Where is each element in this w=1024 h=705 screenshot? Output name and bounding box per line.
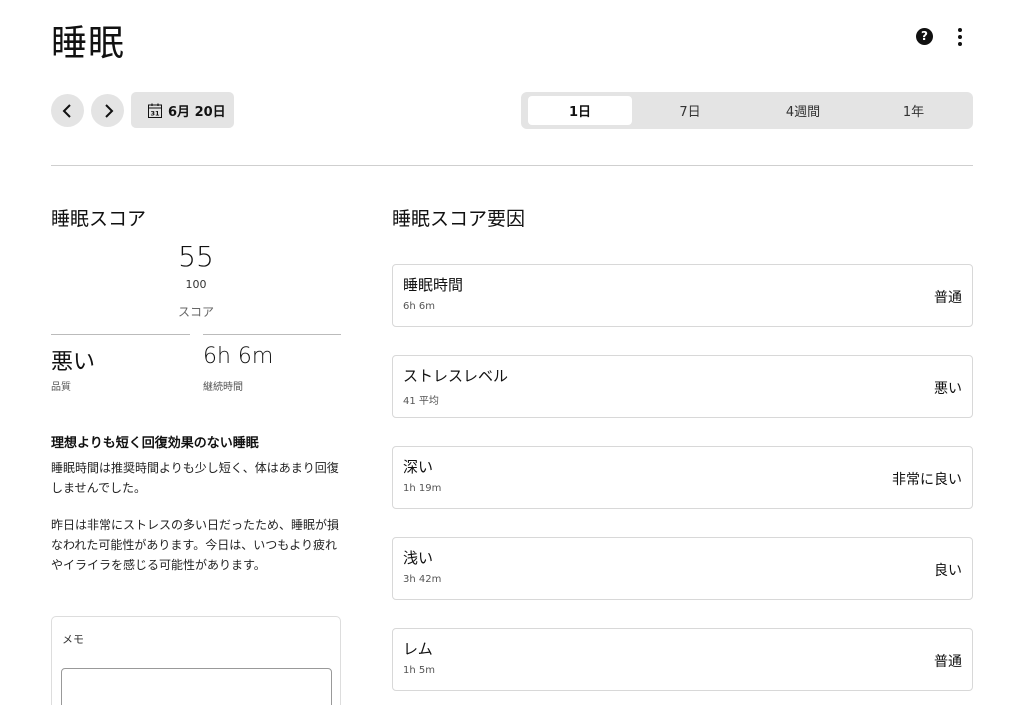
memo-label: メモ bbox=[62, 633, 84, 646]
factor-name: 睡眠時間 bbox=[403, 276, 464, 294]
calendar-icon: 31 bbox=[148, 103, 162, 118]
memo-card: メモ bbox=[51, 616, 341, 705]
summary-heading: 理想よりも短く回復効果のない睡眠 bbox=[51, 436, 259, 451]
quality-label: 品質 bbox=[51, 382, 71, 393]
factor-rating: 良い bbox=[934, 563, 962, 579]
factor-name: レム bbox=[403, 640, 433, 658]
quality-value: 悪い bbox=[51, 350, 96, 375]
sleep-score-factors-title: 睡眠スコア要因 bbox=[392, 208, 526, 230]
score-divider-left bbox=[51, 334, 190, 335]
help-icon[interactable]: ? bbox=[916, 28, 933, 45]
factor-name: 深い bbox=[403, 458, 434, 476]
next-day-button[interactable] bbox=[91, 94, 124, 127]
factor-name: ストレスレベル bbox=[403, 367, 509, 385]
chevron-left-icon bbox=[62, 103, 71, 118]
factor-rating: 悪い bbox=[934, 381, 962, 397]
date-picker-button[interactable]: 31 6月 20日 bbox=[131, 92, 234, 128]
tab-4-weeks[interactable]: 4週間 bbox=[748, 96, 858, 125]
memo-input[interactable] bbox=[61, 668, 332, 705]
previous-day-button[interactable] bbox=[51, 94, 84, 127]
factor-card-sleep-time[interactable]: 睡眠時間 6h 6m 普通 bbox=[392, 264, 973, 327]
more-vertical-icon[interactable] bbox=[950, 26, 970, 48]
factor-name: 浅い bbox=[403, 549, 434, 567]
sleep-score-title: 睡眠スコア bbox=[51, 208, 147, 230]
divider bbox=[51, 165, 973, 166]
page-title: 睡眠 bbox=[51, 23, 126, 64]
tab-1-year[interactable]: 1年 bbox=[858, 96, 969, 125]
tab-7-days[interactable]: 7日 bbox=[632, 96, 748, 125]
factor-detail: 1h 19m bbox=[403, 483, 442, 494]
sleep-score-value: 55 bbox=[178, 240, 214, 273]
summary-paragraph: 睡眠時間は推奨時間よりも少し短く、体はあまり回復しませんでした。 bbox=[51, 461, 339, 495]
duration-value: 6h 6m bbox=[203, 344, 274, 369]
factor-card-stress-level[interactable]: ストレスレベル 41 平均 悪い bbox=[392, 355, 973, 418]
duration-label: 継続時間 bbox=[203, 382, 243, 393]
factor-card-rem-sleep[interactable]: レム 1h 5m 普通 bbox=[392, 628, 973, 691]
factor-detail: 41 平均 bbox=[403, 396, 439, 407]
chevron-right-icon bbox=[104, 103, 113, 118]
svg-text:31: 31 bbox=[150, 109, 160, 117]
time-range-tabs: 1日 7日 4週間 1年 bbox=[521, 92, 973, 129]
date-label: 6月 20日 bbox=[168, 104, 226, 120]
factor-rating: 普通 bbox=[934, 654, 962, 670]
factor-card-light-sleep[interactable]: 浅い 3h 42m 良い bbox=[392, 537, 973, 600]
sleep-score-caption: スコア bbox=[177, 305, 214, 319]
score-divider-right bbox=[203, 334, 341, 335]
sleep-score-max: 100 bbox=[185, 278, 207, 291]
factor-detail: 1h 5m bbox=[403, 665, 435, 676]
factor-detail: 6h 6m bbox=[403, 301, 435, 312]
factor-rating: 非常に良い bbox=[892, 472, 962, 488]
factor-detail: 3h 42m bbox=[403, 574, 442, 585]
tab-1-day[interactable]: 1日 bbox=[528, 96, 632, 125]
summary-paragraph: 昨日は非常にストレスの多い日だったため、睡眠が損なわれた可能性があります。今日は… bbox=[51, 518, 340, 572]
factor-rating: 普通 bbox=[934, 290, 962, 306]
factor-card-deep-sleep[interactable]: 深い 1h 19m 非常に良い bbox=[392, 446, 973, 509]
